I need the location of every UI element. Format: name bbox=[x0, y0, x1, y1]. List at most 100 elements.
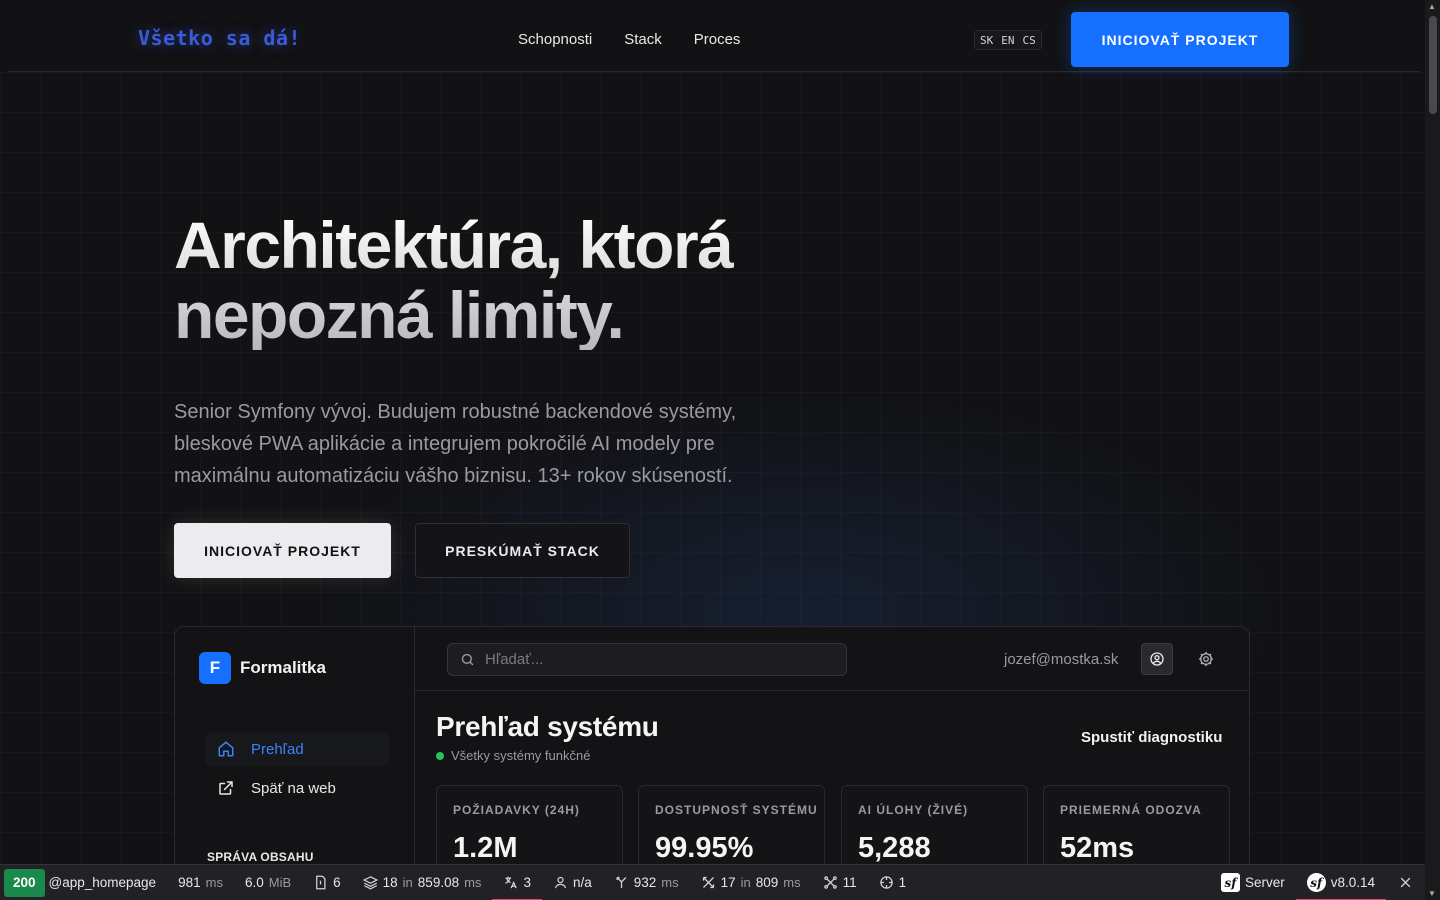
stat-card-response-time: PRIEMERNÁ ODOZVA 52ms bbox=[1043, 785, 1230, 864]
nav-link-schopnosti[interactable]: Schopnosti bbox=[518, 31, 592, 48]
document-icon bbox=[316, 875, 326, 890]
time-item[interactable]: 981 ms bbox=[167, 865, 234, 900]
brand-name: Formalitka bbox=[240, 658, 326, 677]
events-time: 932 bbox=[633, 875, 657, 890]
route-name: @app_homepage bbox=[48, 875, 157, 890]
sidebar-item-label: Prehľad bbox=[251, 740, 304, 758]
hero-title: Architektúra, ktorá nepozná limity. bbox=[174, 210, 974, 350]
stat-label: PRIEMERNÁ ODOZVA bbox=[1060, 803, 1202, 817]
dashboard-preview: F Formalitka Prehľad Späť na web SPRÁVA … bbox=[174, 626, 1250, 864]
stat-card-requests: POŽIADAVKY (24H) 1.2M bbox=[436, 785, 623, 864]
main-nav: Schopnosti Stack Proces bbox=[518, 31, 740, 48]
debug-toolbar-right: sf Server sf v8.0.14 bbox=[1210, 865, 1425, 900]
search-icon bbox=[461, 653, 474, 666]
http-in: in bbox=[740, 875, 751, 890]
search-input[interactable] bbox=[485, 651, 825, 668]
security-item[interactable]: n/a bbox=[542, 865, 603, 900]
hero-title-line-2: nepozná limity. bbox=[174, 278, 624, 352]
sidebar-item-overview[interactable]: Prehľad bbox=[205, 732, 389, 766]
stat-value: 1.2M bbox=[453, 832, 518, 864]
http-time: 809 bbox=[755, 875, 779, 890]
user-circle-icon bbox=[1150, 652, 1164, 666]
forms-count: 6 bbox=[333, 875, 341, 890]
search-box bbox=[447, 643, 847, 676]
lang-sk[interactable]: SK bbox=[980, 34, 993, 47]
user-email: jozef@mostka.sk bbox=[1004, 651, 1119, 668]
lang-cs[interactable]: CS bbox=[1023, 34, 1036, 47]
dashboard-sidebar: F Formalitka Prehľad Späť na web SPRÁVA … bbox=[175, 627, 415, 864]
scroll-up-arrow-icon[interactable]: ▲ bbox=[1428, 2, 1436, 11]
scroll-down-arrow-icon[interactable]: ▼ bbox=[1428, 889, 1436, 898]
sidebar-section-heading: SPRÁVA OBSAHU bbox=[207, 850, 314, 864]
sidebar-item-back-to-web[interactable]: Späť na web bbox=[205, 771, 389, 805]
memory-item[interactable]: 6.0 MiB bbox=[234, 865, 302, 900]
security-user: n/a bbox=[572, 875, 592, 890]
server-label: Server bbox=[1244, 875, 1285, 890]
stat-value: 99.95% bbox=[655, 832, 754, 864]
stat-label: AI ÚLOHY (ŽIVÉ) bbox=[858, 803, 969, 817]
person-icon bbox=[554, 876, 567, 889]
cache-unit: ms bbox=[464, 875, 482, 890]
initiate-project-button[interactable]: INICIOVAŤ PROJEKT bbox=[174, 523, 391, 578]
http-client-item[interactable]: 17 in 809 ms bbox=[690, 865, 812, 900]
close-toolbar-button[interactable] bbox=[1386, 865, 1425, 900]
translations-count: 3 bbox=[523, 875, 531, 890]
run-diagnostics-button[interactable]: Spustiť diagnostiku bbox=[1081, 729, 1222, 746]
close-icon bbox=[1400, 877, 1411, 888]
version-item[interactable]: sf v8.0.14 bbox=[1295, 865, 1387, 900]
dashboard-brand[interactable]: F Formalitka bbox=[199, 652, 326, 684]
stat-label: DOSTUPNOSŤ SYSTÉMU bbox=[655, 803, 818, 817]
server-item[interactable]: sf Server bbox=[1210, 865, 1296, 900]
status-code-badge[interactable]: 200 bbox=[4, 868, 45, 897]
http-count: 17 bbox=[720, 875, 736, 890]
symfony-logo-icon: sf bbox=[1220, 873, 1240, 892]
workflow-count: 11 bbox=[842, 875, 857, 890]
hero-subtitle: Senior Symfony vývoj. Budujem robustné b… bbox=[174, 401, 737, 487]
site-logo[interactable]: Všetko sa dá! bbox=[138, 26, 301, 50]
scroll-thumb[interactable] bbox=[1429, 16, 1437, 114]
settings-button[interactable] bbox=[1196, 649, 1216, 669]
site-header: Všetko sa dá! Schopnosti Stack Proces SK… bbox=[8, 0, 1419, 72]
workflow-item[interactable]: 11 bbox=[812, 865, 868, 900]
header-cta-button[interactable]: INICIOVAŤ PROJEKT bbox=[1071, 12, 1289, 67]
stat-label: POŽIADAVKY (24H) bbox=[453, 803, 580, 817]
http-unit: ms bbox=[783, 875, 801, 890]
forms-item[interactable]: 6 bbox=[302, 865, 352, 900]
dashboard-topbar: jozef@mostka.sk bbox=[415, 627, 1249, 691]
cache-in: in bbox=[402, 875, 413, 890]
nav-link-proces[interactable]: Proces bbox=[694, 31, 741, 48]
translate-icon bbox=[505, 876, 518, 889]
explore-stack-button[interactable]: PRESKÚMAŤ STACK bbox=[415, 523, 630, 578]
route-item[interactable]: @app_homepage bbox=[45, 865, 168, 900]
events-item[interactable]: 932 ms bbox=[603, 865, 690, 900]
cache-item[interactable]: 18 in 859.08 ms bbox=[352, 865, 493, 900]
sidebar-item-label: Späť na web bbox=[251, 779, 336, 797]
memory-value: 6.0 bbox=[244, 875, 264, 890]
brand-mark: F bbox=[199, 652, 231, 684]
stat-value: 52ms bbox=[1060, 832, 1135, 864]
home-icon bbox=[218, 741, 234, 757]
cache-count: 18 bbox=[382, 875, 398, 890]
lang-en[interactable]: EN bbox=[1001, 34, 1014, 47]
network-icon bbox=[823, 876, 837, 889]
time-unit: ms bbox=[205, 875, 223, 890]
page-title: Prehľad systému bbox=[436, 711, 659, 742]
exceptions-item[interactable]: 1 bbox=[868, 865, 918, 900]
stat-value: 5,288 bbox=[858, 832, 931, 864]
status-text: Všetky systémy funkčné bbox=[451, 748, 591, 763]
translations-item[interactable]: 3 bbox=[492, 865, 542, 900]
symfony-version: v8.0.14 bbox=[1330, 875, 1375, 890]
stat-card-availability: DOSTUPNOSŤ SYSTÉMU 99.95% bbox=[638, 785, 825, 864]
hero-title-line-1: Architektúra, ktorá bbox=[174, 208, 733, 282]
page-scrollbar[interactable]: ▲ ▼ bbox=[1425, 0, 1440, 900]
events-unit: ms bbox=[661, 875, 679, 890]
user-menu-button[interactable] bbox=[1141, 643, 1173, 675]
time-value: 981 bbox=[178, 875, 201, 890]
system-status: Všetky systémy funkčné bbox=[436, 748, 590, 763]
cache-time: 859.08 bbox=[417, 875, 460, 890]
memory-unit: MiB bbox=[268, 875, 292, 890]
exceptions-count: 1 bbox=[898, 875, 907, 890]
language-switcher: SK EN CS bbox=[974, 30, 1042, 50]
nav-link-stack[interactable]: Stack bbox=[624, 31, 662, 48]
layers-icon bbox=[362, 876, 378, 890]
